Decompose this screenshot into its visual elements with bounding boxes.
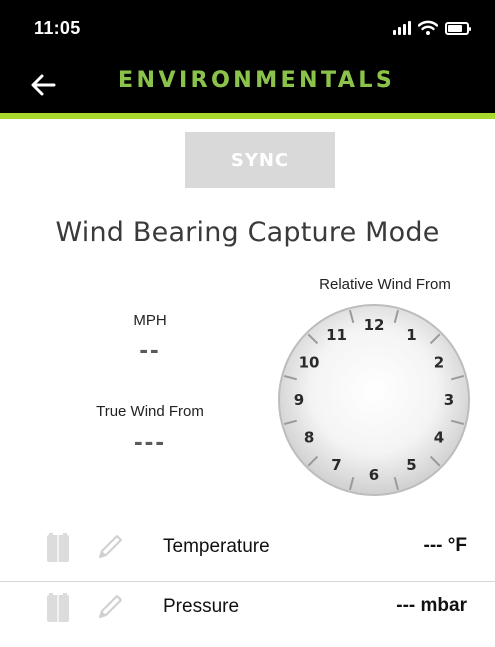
dial-number: 2 [434, 354, 444, 372]
dial-number: 6 [369, 466, 379, 484]
reading-value: --- °F [423, 535, 467, 556]
dial-number: 10 [299, 354, 320, 372]
clock-dial[interactable]: 12 12 3 45 6 78 9 10 11 [274, 300, 474, 500]
wifi-icon [418, 20, 438, 35]
status-icons [393, 20, 471, 36]
dial-number: 5 [406, 456, 416, 474]
pencil-icon[interactable] [95, 592, 123, 622]
relative-wind-label: Relative Wind From [319, 276, 451, 293]
wind-mode-title: Wind Bearing Capture Mode [55, 217, 440, 248]
true-wind-label: True Wind From [96, 403, 204, 420]
dial-number: 4 [434, 429, 444, 447]
reading-row-temperature: Temperature --- °F [0, 518, 495, 582]
header-accent-line [0, 113, 495, 119]
environmentals-screen: 11:05 ENVIRONMENTALS SYNC Wind Bearing C… [0, 0, 495, 647]
arrow-left-icon [31, 74, 56, 96]
signal-icon [393, 21, 411, 35]
sync-button[interactable]: SYNC [185, 132, 335, 188]
dial-number: 8 [304, 429, 314, 447]
battery-icon [445, 21, 471, 35]
reading-name: Pressure [163, 596, 240, 617]
dial-number: 9 [294, 391, 304, 409]
reading-name: Temperature [163, 536, 270, 557]
dial-number: 1 [406, 326, 416, 344]
page-title: ENVIRONMENTALS [118, 68, 396, 93]
wind-speed-label: MPH [133, 312, 167, 329]
status-time: 11:05 [34, 18, 81, 38]
dial-number: 11 [326, 326, 347, 344]
relative-wind-dial[interactable]: 12 1 2 3 4 5 6 7 8 9 10 11 [274, 300, 474, 500]
reading-row-pressure: Pressure --- mbar [0, 578, 495, 642]
back-button[interactable] [28, 70, 58, 100]
book-icon [47, 593, 69, 622]
reading-value: --- mbar [396, 595, 467, 616]
pencil-icon[interactable] [95, 532, 123, 562]
dial-number: 3 [444, 391, 454, 409]
wind-speed-value: -- [139, 334, 161, 364]
dial-number: 7 [331, 456, 341, 474]
true-wind-value: --- [134, 426, 166, 456]
dial-number: 12 [364, 316, 385, 334]
book-icon [47, 533, 69, 562]
header-bar: 11:05 ENVIRONMENTALS [0, 0, 495, 113]
